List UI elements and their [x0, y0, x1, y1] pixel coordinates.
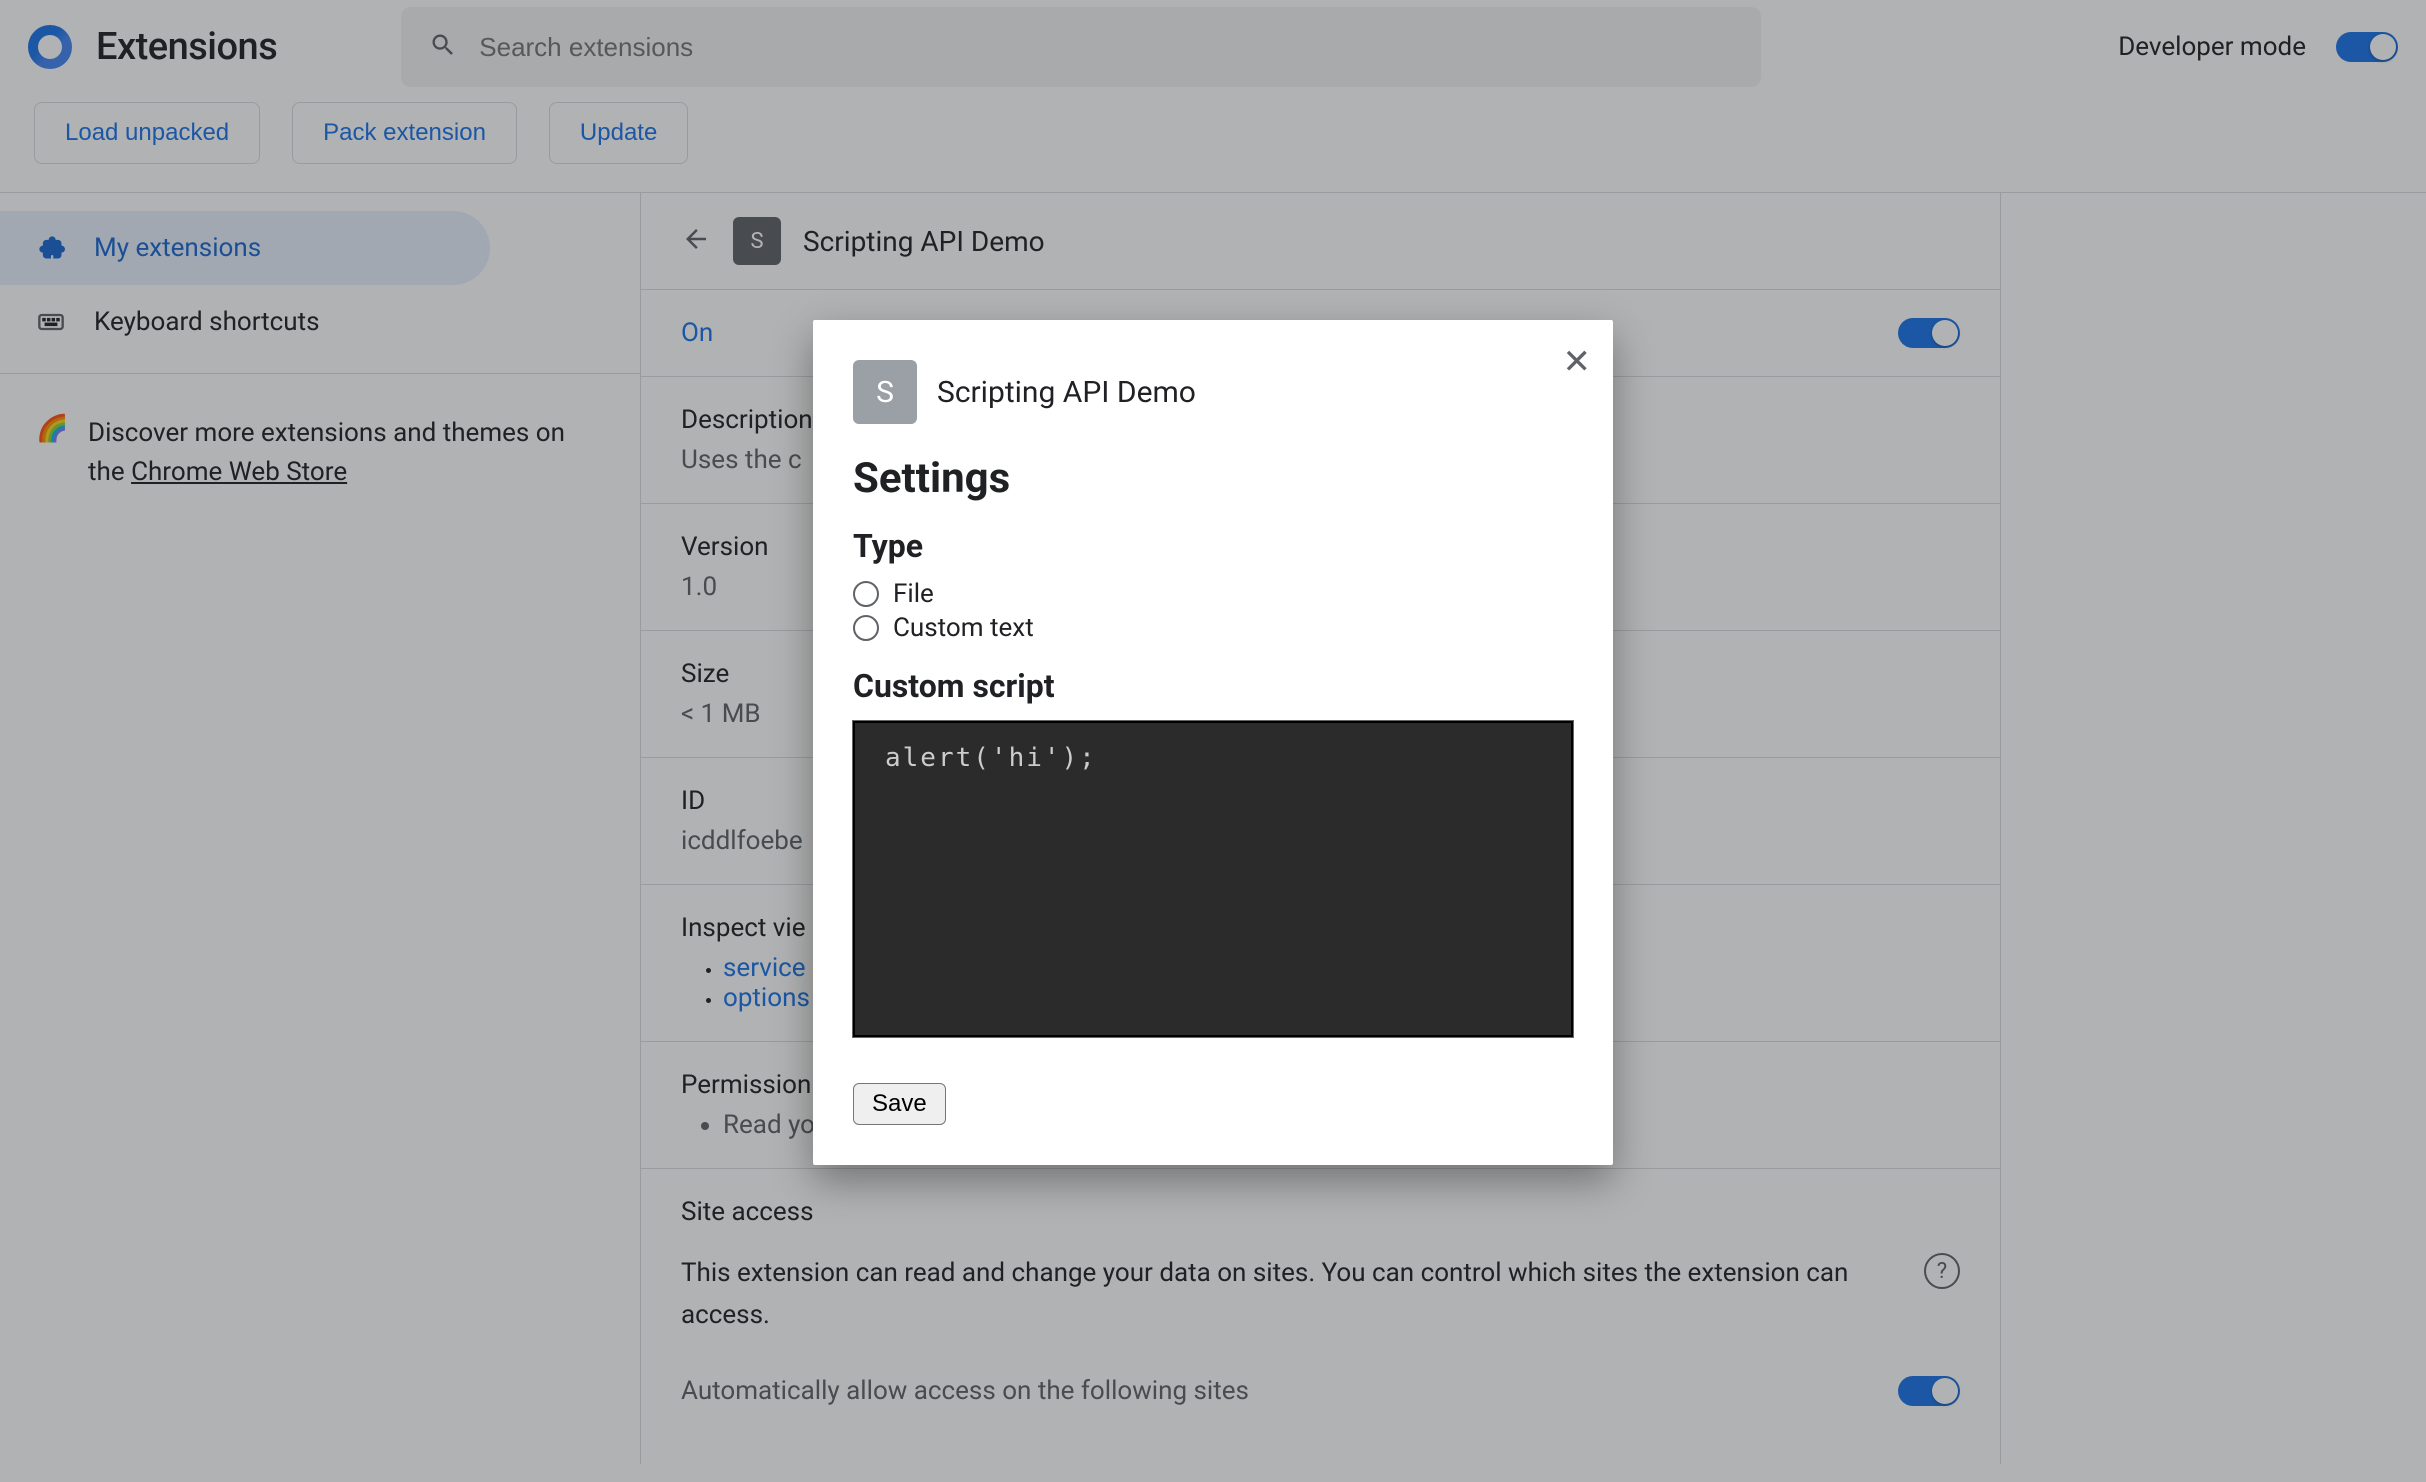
save-button[interactable]: Save [853, 1083, 946, 1125]
dialog-title: Settings [853, 454, 1573, 503]
type-heading: Type [853, 527, 1573, 565]
dialog-extension-badge: S [853, 360, 917, 424]
radio-icon [853, 581, 879, 607]
radio-file[interactable]: File [853, 579, 1573, 609]
custom-script-heading: Custom script [853, 667, 1573, 705]
close-icon[interactable]: ✕ [1563, 342, 1592, 382]
settings-dialog: ✕ S Scripting API Demo Settings Type Fil… [813, 320, 1613, 1165]
custom-script-textarea[interactable]: alert('hi'); [853, 721, 1573, 1037]
dialog-extension-name: Scripting API Demo [937, 375, 1196, 410]
modal-overlay[interactable]: ✕ S Scripting API Demo Settings Type Fil… [0, 0, 2426, 1482]
radio-icon [853, 615, 879, 641]
radio-custom-text[interactable]: Custom text [853, 613, 1573, 643]
